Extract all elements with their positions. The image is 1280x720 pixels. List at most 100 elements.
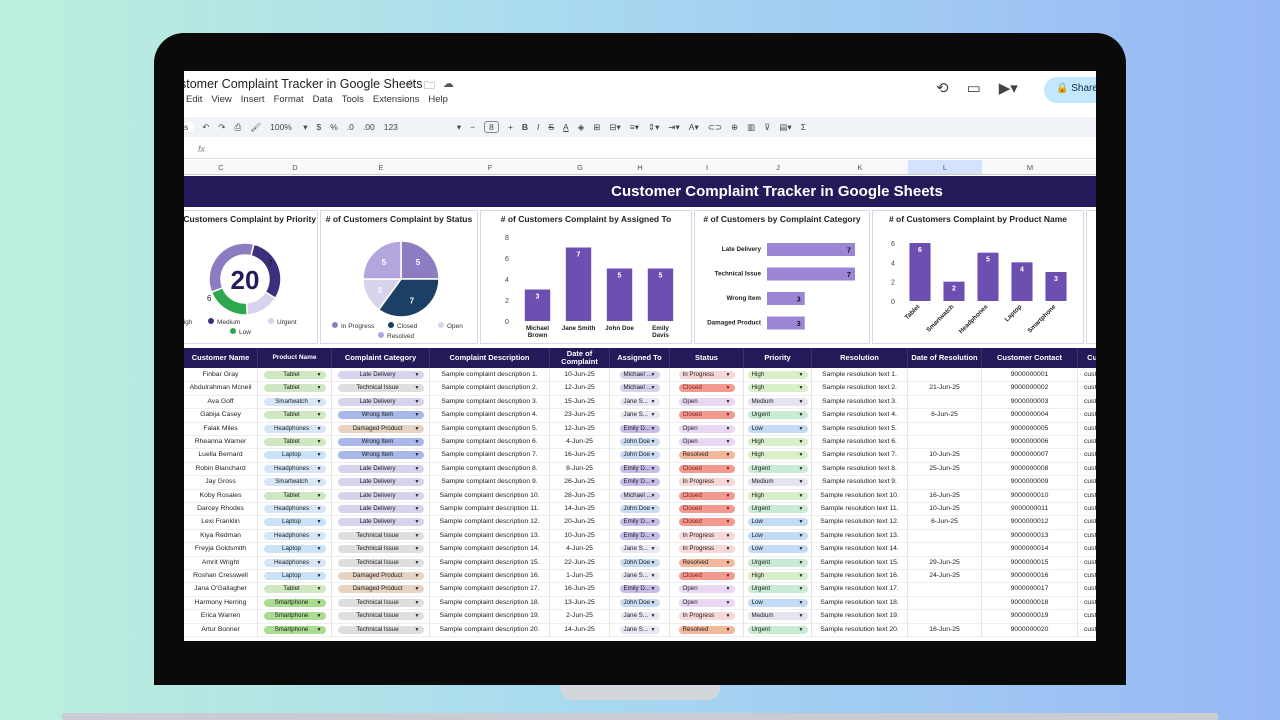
dropdown-cell[interactable]: Closed ▼ (670, 409, 744, 423)
dropdown-cell[interactable]: High ▼ (744, 436, 812, 450)
dropdown-cell[interactable]: Wrong Item ▼ (332, 436, 430, 450)
column-header-l[interactable]: L (908, 160, 982, 174)
table-header-resolution[interactable]: Resolution (812, 348, 908, 368)
dropdown-chip[interactable]: Smartwatch ▼ (263, 478, 326, 487)
share-button[interactable]: 🔒 Share (1044, 77, 1096, 103)
dropdown-cell[interactable]: Damaged Product ▼ (332, 422, 430, 436)
dropdown-chip[interactable]: Technical Issue ▼ (337, 625, 424, 634)
dropdown-chip[interactable]: Medium ▼ (747, 478, 808, 487)
dropdown-cell[interactable]: High ▼ (744, 382, 812, 396)
dropdown-chip[interactable]: Technical Issue ▼ (337, 545, 424, 554)
search-menus[interactable]: s (184, 122, 195, 132)
dropdown-cell[interactable]: Emily D... ▼ (610, 476, 670, 490)
dropdown-cell[interactable]: Headphones ▼ (258, 556, 332, 570)
dropdown-chip[interactable]: Open ▼ (678, 424, 735, 433)
merge-cells-icon[interactable]: ⊟▾ (609, 122, 620, 133)
column-header-k[interactable]: K (812, 163, 908, 172)
dropdown-cell[interactable]: Emily D... ▼ (610, 529, 670, 544)
dropdown-cell[interactable]: Open ▼ (670, 395, 744, 410)
dropdown-cell[interactable]: Jane S... ▼ (610, 610, 670, 624)
dropdown-cell[interactable]: Wrong Item ▼ (332, 449, 430, 463)
dropdown-cell[interactable]: High ▼ (744, 449, 812, 463)
dropdown-chip[interactable]: Jane S... ▼ (619, 545, 660, 554)
dropdown-chip[interactable]: Late Delivery ▼ (337, 397, 424, 406)
dropdown-cell[interactable]: John Doe ▼ (610, 503, 670, 517)
bold-icon[interactable]: B (522, 122, 528, 132)
dropdown-chip[interactable]: Emily D... ▼ (619, 585, 660, 594)
dropdown-cell[interactable]: High ▼ (744, 369, 812, 383)
meet-icon[interactable]: ▶▾ (999, 79, 1018, 97)
dropdown-cell[interactable]: High ▼ (744, 489, 812, 503)
dropdown-cell[interactable]: Closed ▼ (670, 503, 744, 517)
column-header-e[interactable]: E (332, 163, 430, 172)
dropdown-chip[interactable]: Technical Issue ▼ (337, 558, 424, 567)
dropdown-cell[interactable]: Urgent ▼ (744, 556, 812, 570)
dropdown-cell[interactable]: Headphones ▼ (258, 503, 332, 517)
dropdown-chip[interactable]: Jane S... ▼ (619, 625, 660, 634)
text-rotation-icon[interactable]: A▾ (689, 122, 699, 133)
font-select[interactable]: ▾ (457, 122, 461, 133)
filter-views-icon[interactable]: ▤▾ (779, 122, 791, 133)
dropdown-cell[interactable]: Tablet ▼ (258, 382, 332, 396)
column-header-i[interactable]: I (670, 163, 744, 172)
text-wrap-icon[interactable]: ⇥▾ (668, 122, 679, 133)
table-header-date-of-complaint[interactable]: Date of Complaint (550, 348, 610, 368)
column-header-j[interactable]: J (744, 163, 812, 172)
dropdown-cell[interactable]: Open ▼ (670, 583, 744, 597)
currency-format-button[interactable]: $ (317, 122, 322, 132)
dropdown-cell[interactable]: In Progress ▼ (670, 529, 744, 544)
dropdown-chip[interactable]: Wrong Item ▼ (337, 411, 424, 420)
dropdown-cell[interactable]: Jane S... ▼ (610, 623, 670, 637)
dropdown-cell[interactable]: Tablet ▼ (258, 583, 332, 597)
dropdown-chip[interactable]: Closed ▼ (678, 491, 735, 500)
dropdown-chip[interactable]: Urgent ▼ (747, 464, 808, 473)
insert-comment-icon[interactable]: ⊕ (731, 122, 738, 133)
dropdown-cell[interactable]: Closed ▼ (670, 382, 744, 396)
increase-decimal-icon[interactable]: .00 (363, 122, 375, 132)
menu-edit[interactable]: Edit (186, 94, 202, 105)
dropdown-chip[interactable]: Closed ▼ (678, 464, 735, 473)
dropdown-chip[interactable]: Urgent ▼ (747, 625, 808, 634)
dropdown-cell[interactable]: Laptop ▼ (258, 449, 332, 463)
dropdown-cell[interactable]: Tablet ▼ (258, 369, 332, 383)
dropdown-chip[interactable]: Medium ▼ (747, 397, 808, 406)
menu-format[interactable]: Format (274, 94, 304, 105)
dropdown-chip[interactable]: Technical Issue ▼ (337, 531, 424, 540)
dropdown-cell[interactable]: Damaged Product ▼ (332, 583, 430, 597)
dropdown-cell[interactable]: Closed ▼ (670, 570, 744, 584)
dropdown-chip[interactable]: Emily D... ▼ (619, 464, 660, 473)
dropdown-chip[interactable]: Wrong Item ▼ (337, 438, 424, 446)
table-header-complaint-description[interactable]: Complaint Description (430, 348, 550, 368)
fill-color-icon[interactable]: ◈ (578, 122, 585, 133)
dropdown-chip[interactable]: Emily D... ▼ (619, 478, 660, 487)
dropdown-cell[interactable]: Urgent ▼ (744, 503, 812, 517)
dropdown-cell[interactable]: Wrong Item ▼ (332, 409, 430, 423)
dropdown-cell[interactable]: Medium ▼ (744, 395, 812, 410)
dropdown-cell[interactable]: Medium ▼ (744, 610, 812, 624)
dropdown-chip[interactable]: Smartwatch ▼ (263, 397, 326, 406)
dropdown-chip[interactable]: John Doe ▼ (619, 505, 660, 513)
dropdown-chip[interactable]: Tablet ▼ (263, 371, 326, 379)
font-size-input[interactable]: 8 (484, 121, 499, 133)
dropdown-chip[interactable]: Smartphone ▼ (263, 598, 326, 607)
dropdown-cell[interactable]: In Progress ▼ (670, 610, 744, 624)
dropdown-cell[interactable]: Late Delivery ▼ (332, 395, 430, 410)
dropdown-cell[interactable]: Low ▼ (744, 422, 812, 436)
dropdown-cell[interactable]: Urgent ▼ (744, 583, 812, 597)
dropdown-chip[interactable]: Michael ... ▼ (619, 491, 660, 500)
dropdown-cell[interactable]: Open ▼ (670, 422, 744, 436)
dropdown-chip[interactable]: High ▼ (747, 491, 808, 500)
dropdown-chip[interactable]: Late Delivery ▼ (337, 505, 424, 513)
document-title[interactable]: stomer Complaint Tracker in Google Sheet… (184, 77, 422, 91)
dropdown-chip[interactable]: Resolved ▼ (678, 451, 735, 460)
font-size-decrease-icon[interactable]: − (470, 122, 475, 132)
dropdown-chip[interactable]: Headphones ▼ (263, 558, 326, 567)
dropdown-chip[interactable]: Emily D... ▼ (619, 518, 660, 527)
dropdown-chip[interactable]: High ▼ (747, 384, 808, 393)
dropdown-chip[interactable]: In Progress ▼ (678, 531, 735, 540)
dropdown-cell[interactable]: Technical Issue ▼ (332, 529, 430, 544)
dropdown-cell[interactable]: Resolved ▼ (670, 556, 744, 570)
dropdown-chip[interactable]: Late Delivery ▼ (337, 371, 424, 379)
dropdown-cell[interactable]: Late Delivery ▼ (332, 516, 430, 530)
table-header-date-of-resolution[interactable]: Date of Resolution (908, 348, 982, 368)
